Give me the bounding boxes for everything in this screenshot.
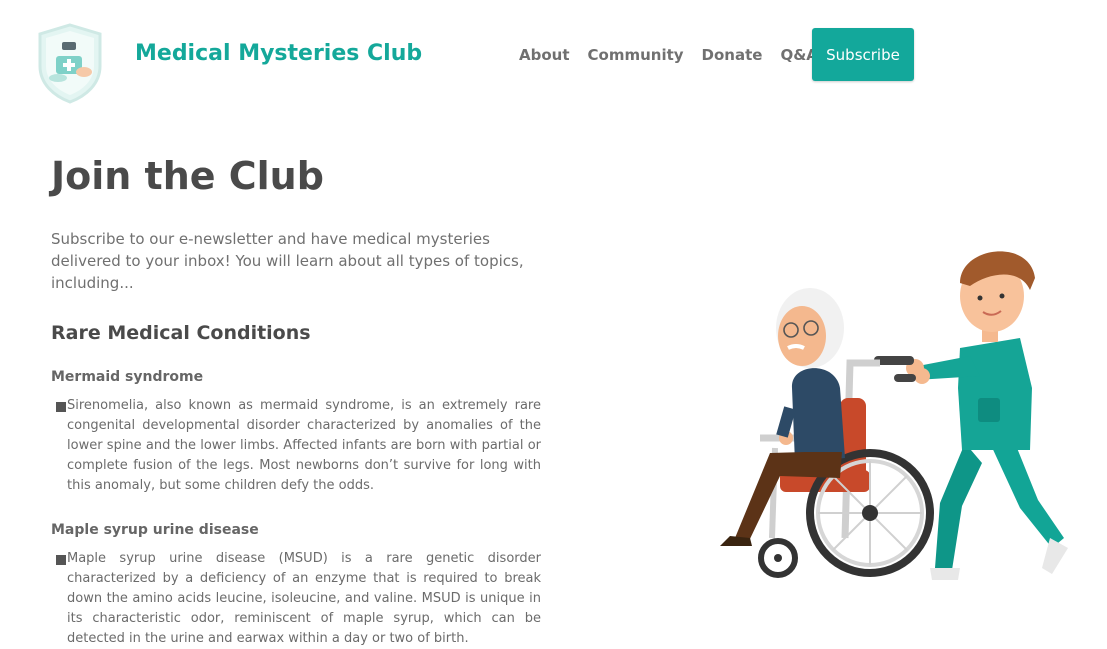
subscribe-button[interactable]: Subscribe bbox=[812, 28, 914, 81]
main-nav: About Community Donate Q&A bbox=[519, 45, 836, 65]
medical-shield-logo-icon[interactable] bbox=[34, 22, 106, 104]
condition-title-mermaid: Mermaid syndrome bbox=[51, 369, 204, 385]
section-title: Rare Medical Conditions bbox=[51, 322, 311, 344]
site-header: Medical Mysteries Club About Community D… bbox=[0, 0, 1107, 110]
nav-community[interactable]: Community bbox=[588, 45, 684, 65]
nurse-wheelchair-illustration-icon bbox=[720, 251, 1068, 580]
condition-title-msud: Maple syrup urine disease bbox=[51, 522, 259, 538]
intro-text: Subscribe to our e-newsletter and have m… bbox=[51, 230, 524, 292]
square-bullet-icon bbox=[56, 555, 66, 565]
square-bullet-icon bbox=[56, 402, 66, 412]
condition-description: Maple syrup urine disease (MSUD) is a ra… bbox=[67, 551, 541, 646]
condition-list: Maple syrup urine disease (MSUD) is a ra… bbox=[51, 549, 541, 649]
nav-about[interactable]: About bbox=[519, 45, 570, 65]
page-title: Join the Club bbox=[51, 154, 324, 198]
list-item: Sirenomelia, also known as mermaid syndr… bbox=[51, 396, 541, 496]
site-title[interactable]: Medical Mysteries Club bbox=[135, 41, 422, 66]
condition-description: Sirenomelia, also known as mermaid syndr… bbox=[67, 398, 541, 493]
nav-donate[interactable]: Donate bbox=[702, 45, 763, 65]
main-content: Join the Club Subscribe to our e-newslet… bbox=[51, 150, 541, 649]
list-item: Maple syrup urine disease (MSUD) is a ra… bbox=[51, 549, 541, 649]
condition-list: Sirenomelia, also known as mermaid syndr… bbox=[51, 396, 541, 496]
